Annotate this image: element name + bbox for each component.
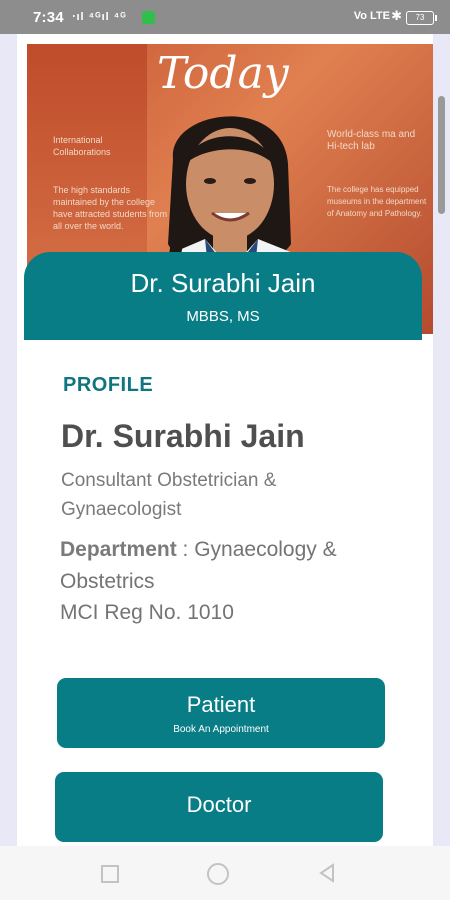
app-notification-icon bbox=[142, 11, 155, 24]
network-status-icon: Vo LTE bbox=[353, 10, 390, 22]
status-bar: 7:34 ‧ıl ⁴ᴳıl ⁴ᴳ Vo LTE ✱ 73 bbox=[0, 0, 450, 34]
patient-button-subtitle: Book An Appointment bbox=[173, 724, 269, 735]
department-label: Department bbox=[60, 538, 177, 561]
department-info: Department : Gynaecology & Obstetrics bbox=[60, 534, 390, 598]
home-icon[interactable] bbox=[207, 863, 229, 885]
doctor-role: Consultant Obstetrician & Gynaecologist bbox=[61, 470, 277, 520]
battery-icon: 73 bbox=[406, 11, 437, 25]
bluetooth-icon: ✱ bbox=[391, 8, 402, 23]
scrollbar[interactable] bbox=[438, 96, 445, 214]
status-time: 7:34 bbox=[33, 9, 64, 26]
recent-apps-icon[interactable] bbox=[101, 865, 119, 883]
doctor-qualification: MBBS, MS bbox=[186, 308, 260, 325]
android-navigation-bar bbox=[0, 846, 450, 900]
profile-screen[interactable]: Today International Collaborations The h… bbox=[17, 34, 433, 846]
signal-icon: ‧ıl ⁴ᴳıl ⁴ᴳ bbox=[72, 11, 127, 23]
doctor-header-name: Dr. Surabhi Jain bbox=[130, 268, 316, 298]
doctor-header-card: Dr. Surabhi Jain MBBS, MS bbox=[24, 252, 422, 340]
doctor-button-label: Doctor bbox=[186, 792, 252, 817]
back-icon[interactable] bbox=[317, 863, 337, 883]
profile-section-title: PROFILE bbox=[63, 374, 154, 396]
registration-number: MCI Reg No. 1010 bbox=[60, 601, 234, 624]
doctor-button[interactable]: Doctor bbox=[55, 772, 383, 842]
patient-button[interactable]: Patient Book An Appointment bbox=[57, 678, 385, 748]
doctor-name: Dr. Surabhi Jain bbox=[61, 418, 305, 454]
patient-button-label: Patient bbox=[186, 692, 256, 717]
